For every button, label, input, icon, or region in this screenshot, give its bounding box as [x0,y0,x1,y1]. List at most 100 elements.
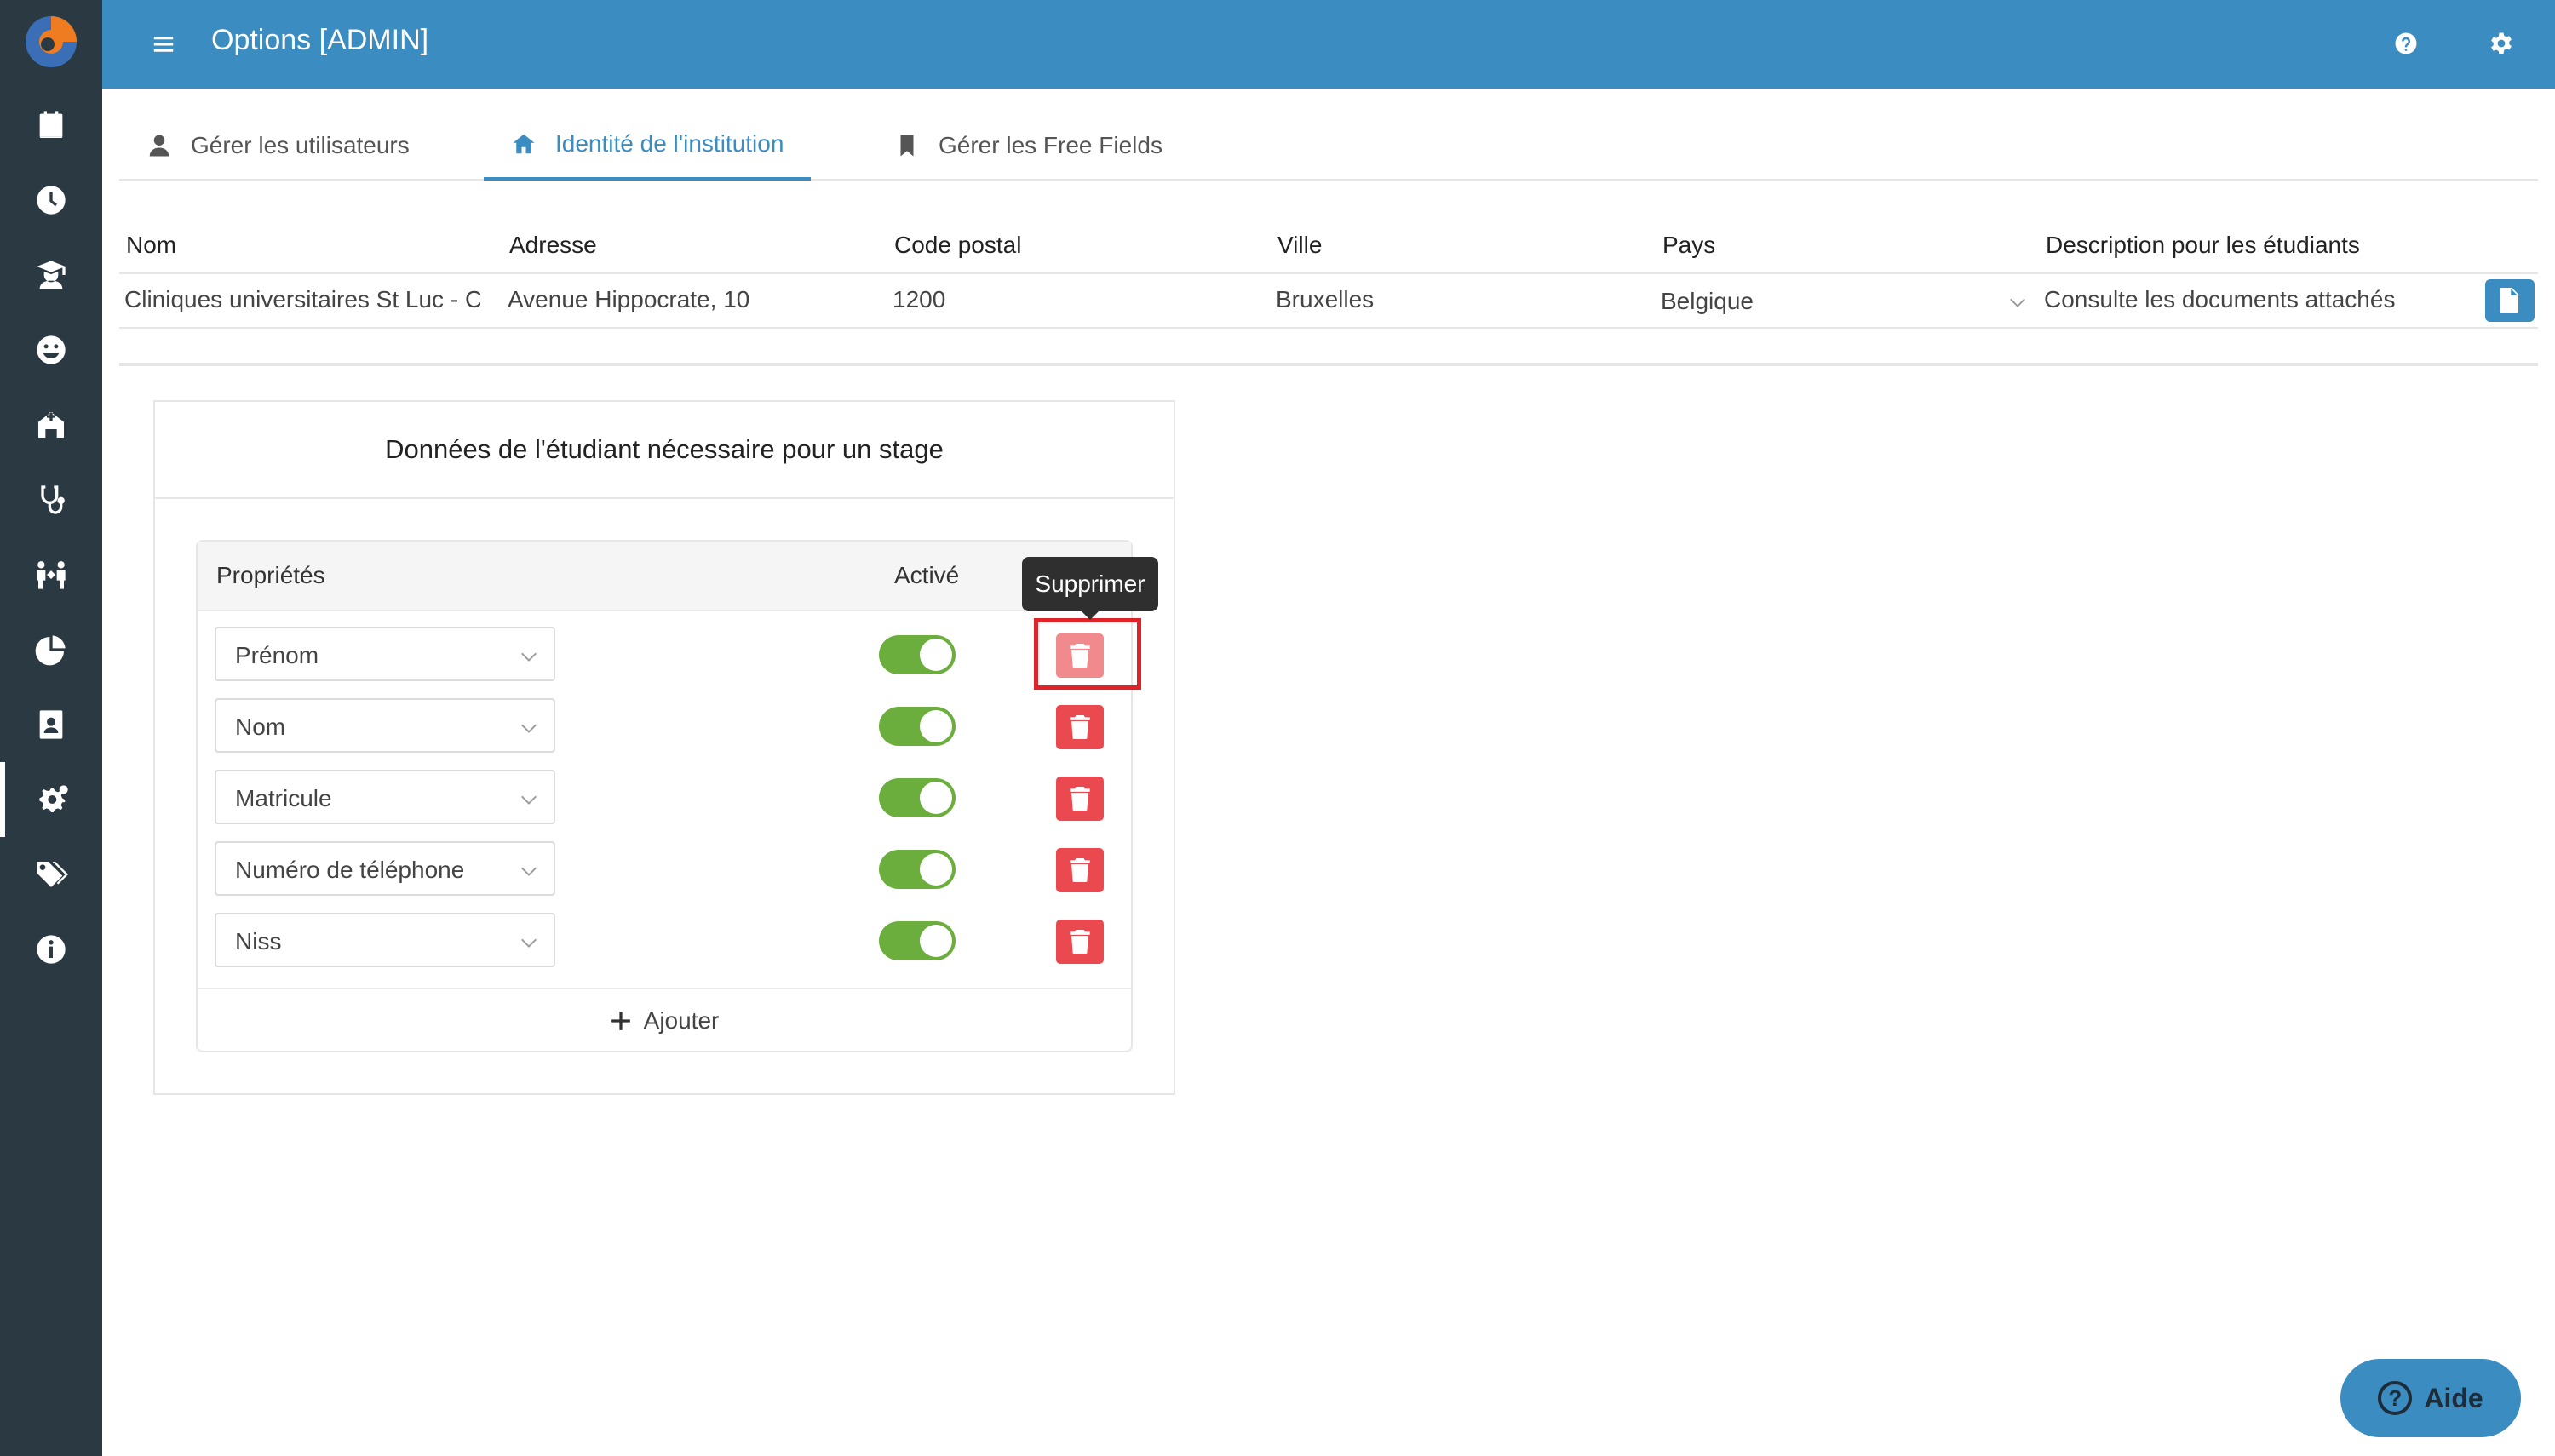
smile-icon [37,335,66,364]
question-circle-icon [2395,32,2417,54]
property-select[interactable]: Prénom [215,627,555,681]
sidebar-item-tags[interactable] [0,837,102,912]
highlight-box [1034,618,1141,690]
sidebar-item-calendar[interactable] [0,88,102,163]
active-toggle[interactable] [879,850,956,889]
table-row: Niss [198,903,1131,974]
help-label: Aide [2424,1382,2483,1413]
delete-button[interactable] [1056,705,1104,749]
table-row: Matricule [198,760,1131,831]
sidebar-item-statistics[interactable] [0,612,102,687]
app-logo[interactable] [23,14,79,70]
cogs-icon [39,785,68,812]
home-icon [513,134,535,154]
delete-button[interactable] [1056,848,1104,892]
active-toggle[interactable] [879,778,956,817]
property-value: Niss [235,928,282,954]
sidebar-item-smile[interactable] [0,312,102,387]
attached-documents-button[interactable] [2485,279,2535,322]
chevron-down-icon [521,867,537,876]
page-title: Options [ADMIN] [211,24,429,56]
file-icon [2500,288,2518,313]
header-description: Description pour les étudiants [2046,232,2360,258]
chevron-down-icon [521,938,537,948]
tab-bar: Gérer les utilisateurs Identité de l'ins… [119,111,2538,181]
student-data-card: Données de l'étudiant nécessaire pour un… [153,400,1175,1095]
add-property-button[interactable]: Ajouter [198,988,1131,1052]
properties-table-header: Propriétés Activé [198,542,1131,611]
add-label: Ajouter [643,1007,720,1034]
sidebar-item-exchange[interactable] [0,537,102,612]
stethoscope-icon [41,485,65,514]
property-value: Prénom [235,642,319,668]
calendar-icon [39,111,63,138]
chevron-down-icon [2010,298,2025,307]
chevron-down-icon [521,652,537,662]
settings-button[interactable] [2482,24,2521,63]
header-nom: Nom [126,232,177,258]
plus-icon [611,1012,630,1030]
institution-description-field[interactable]: Consulte les documents attachés [2044,286,2470,313]
sidebar [0,0,102,1456]
tab-institution-identity[interactable]: Identité de l'institution [484,111,812,181]
tab-free-fields[interactable]: Gérer les Free Fields [894,111,1163,181]
pie-chart-icon [35,635,66,666]
tab-label: Gérer les utilisateurs [191,132,410,158]
property-select[interactable]: Matricule [215,770,555,824]
graduate-icon [37,261,66,289]
property-select[interactable]: Nom [215,698,555,753]
delete-button[interactable] [1056,777,1104,821]
institution-city-field[interactable]: Bruxelles [1276,286,1633,313]
header-ville: Ville [1278,232,1323,258]
institution-country-select[interactable]: Belgique [1661,286,2035,320]
tab-label: Gérer les Free Fields [939,132,1163,158]
trash-icon [1070,930,1090,954]
user-icon [149,135,169,157]
header-code-postal: Code postal [894,232,1022,258]
info-icon [37,935,66,964]
institution-table-header: Nom Adresse Code postal Ville Pays Descr… [119,223,2538,274]
chevron-down-icon [521,724,537,733]
properties-table: Propriétés Activé Prénom Nom Matricule N… [196,540,1133,1052]
header-pays: Pays [1662,232,1716,258]
active-toggle[interactable] [879,707,956,746]
column-properties: Propriétés [216,562,325,588]
property-value: Matricule [235,785,332,811]
institution-name-field[interactable]: Cliniques universitaires St Luc - Co [124,286,480,313]
sidebar-item-clock[interactable] [0,163,102,238]
tab-manage-users[interactable]: Gérer les utilisateurs [146,111,410,181]
sidebar-item-students[interactable] [0,238,102,312]
header-adresse: Adresse [509,232,597,258]
gear-icon [2491,32,2512,54]
sidebar-item-stethoscope[interactable] [0,462,102,537]
help-button[interactable] [2386,24,2426,63]
property-select[interactable]: Numéro de téléphone [215,841,555,896]
delete-button[interactable] [1056,920,1104,964]
people-arrows-icon [37,561,66,589]
trash-icon [1070,858,1090,882]
country-value: Belgique [1661,288,1754,314]
active-toggle[interactable] [879,635,956,674]
active-toggle[interactable] [879,921,956,960]
sidebar-item-institution[interactable] [0,387,102,462]
chevron-down-icon [521,795,537,805]
table-row: Nom [198,688,1131,760]
sidebar-item-settings[interactable] [0,762,102,837]
address-book-icon [39,710,63,739]
column-active: Activé [894,562,960,588]
institution-postal-code-field[interactable]: 1200 [893,286,1250,313]
trash-icon [1070,787,1090,811]
bookmark-icon [900,135,914,157]
floating-help-button[interactable]: ? Aide [2340,1359,2521,1437]
menu-toggle-button[interactable] [145,26,182,63]
sidebar-item-info[interactable] [0,912,102,987]
divider [119,363,2538,366]
hospital-user-icon [38,412,64,438]
question-icon: ? [2378,1381,2413,1415]
card-title: Données de l'étudiant nécessaire pour un… [155,402,1174,499]
institution-address-field[interactable]: Avenue Hippocrate, 10 [508,286,865,313]
sidebar-item-contacts[interactable] [0,687,102,762]
property-select[interactable]: Niss [215,913,555,967]
trash-icon [1070,715,1090,739]
property-value: Numéro de téléphone [235,857,465,883]
